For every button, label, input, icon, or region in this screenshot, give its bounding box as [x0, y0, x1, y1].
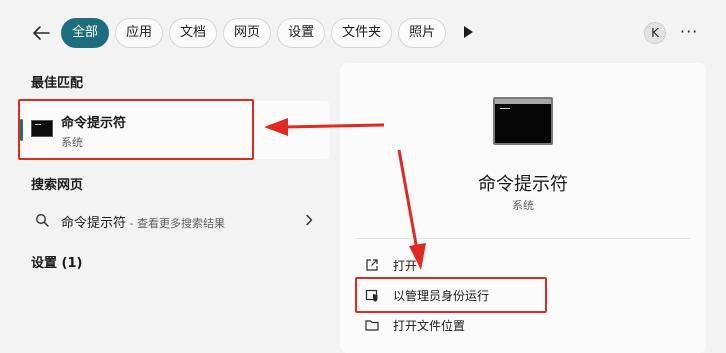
- highlight-box-best-match: [18, 99, 254, 160]
- action-open[interactable]: 打开: [365, 255, 665, 277]
- filter-tabs: 全部 应用 文档 网页 设置 文件夹 照片: [61, 18, 447, 48]
- tab-settings[interactable]: 设置: [277, 18, 326, 48]
- web-search-suffix: - 查看更多搜索结果: [126, 217, 225, 230]
- folder-icon: [365, 320, 379, 331]
- highlight-box-run-as-admin: [355, 277, 547, 313]
- details-title: 命令提示符: [478, 174, 568, 195]
- web-search-item[interactable]: 命令提示符 - 查看更多搜索结果: [20, 206, 330, 234]
- tab-folders[interactable]: 文件夹: [331, 18, 393, 48]
- cmd-large-icon: [493, 97, 553, 145]
- settings-heading[interactable]: 设置 (1): [31, 252, 82, 271]
- web-search-heading: 搜索网页: [31, 178, 84, 193]
- open-external-icon: [366, 259, 378, 271]
- tab-all[interactable]: 全部: [61, 18, 110, 48]
- tab-apps[interactable]: 应用: [115, 18, 164, 48]
- tab-web[interactable]: 网页: [223, 18, 272, 48]
- tab-photos[interactable]: 照片: [398, 18, 447, 48]
- search-icon: [36, 214, 49, 227]
- action-open-file-location-label: 打开文件位置: [393, 319, 466, 333]
- action-open-label: 打开: [393, 259, 418, 273]
- best-match-heading: 最佳匹配: [31, 76, 84, 91]
- web-search-query: 命令提示符: [61, 216, 127, 231]
- details-subtitle: 系统: [512, 199, 534, 212]
- divider: [356, 238, 690, 239]
- play-icon[interactable]: [462, 25, 474, 39]
- back-arrow-icon[interactable]: [30, 22, 52, 44]
- web-search-text: 命令提示符 - 查看更多搜索结果: [61, 212, 225, 231]
- action-open-file-location[interactable]: 打开文件位置: [365, 315, 665, 337]
- tab-documents[interactable]: 文档: [169, 18, 218, 48]
- avatar[interactable]: K: [644, 22, 666, 44]
- chevron-right-icon[interactable]: [304, 214, 314, 226]
- more-options-icon[interactable]: ···: [680, 22, 698, 41]
